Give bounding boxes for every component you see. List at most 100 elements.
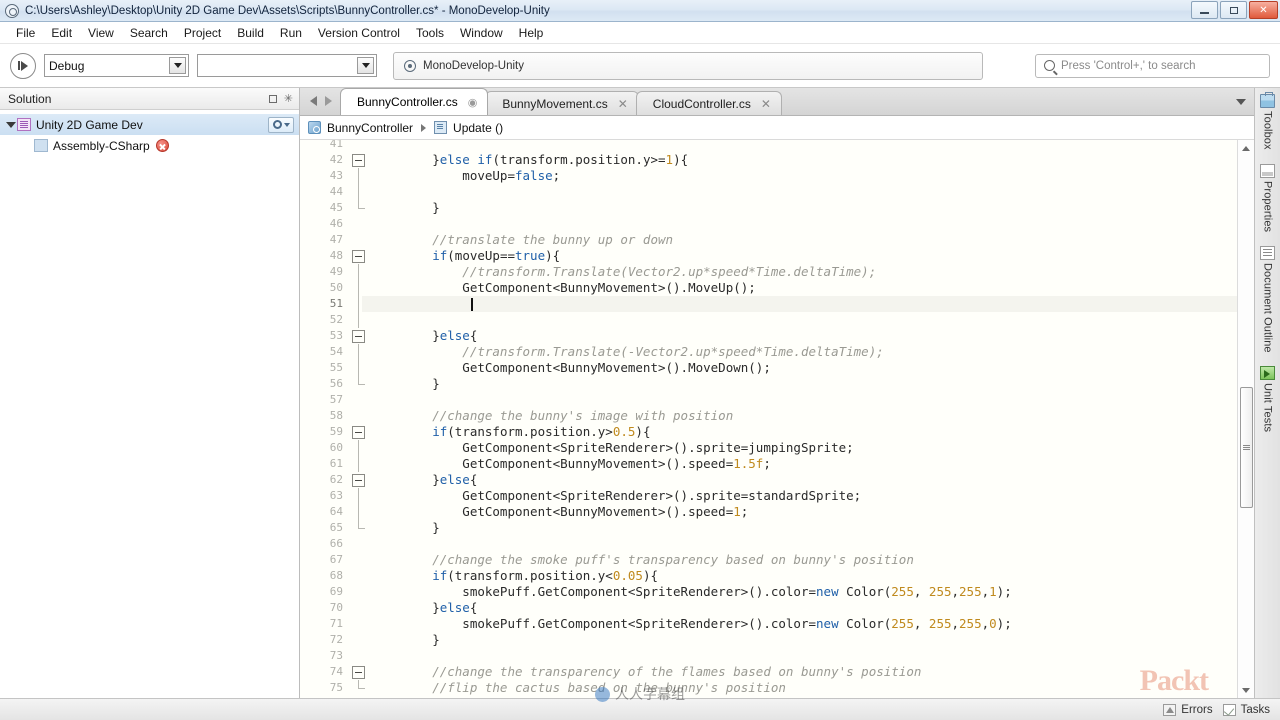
code-line[interactable]: GetComponent<SpriteRenderer>().sprite=ju… <box>362 440 1237 456</box>
close-pad-icon[interactable]: ✳ <box>284 93 293 104</box>
line-number: 53 <box>329 329 343 342</box>
document-tab[interactable]: BunnyMovement.cs ✕ <box>485 91 639 115</box>
tab-unsaved-icon[interactable]: ◉ <box>468 96 478 109</box>
global-search-input[interactable]: Press 'Control+,' to search <box>1035 53 1270 78</box>
dock-icon[interactable] <box>268 94 277 103</box>
code-line[interactable]: GetComponent<BunnyMovement>().MoveDown()… <box>362 360 1237 376</box>
menu-item-version-control[interactable]: Version Control <box>310 24 408 42</box>
chevron-down-icon[interactable] <box>169 57 186 74</box>
code-line[interactable]: }else{ <box>362 328 1237 344</box>
code-line[interactable] <box>362 296 1237 312</box>
expander-icon[interactable] <box>4 121 17 128</box>
code-line[interactable]: GetComponent<BunnyMovement>().speed=1.5f… <box>362 456 1237 472</box>
dock-item-toolbox[interactable]: Toolbox <box>1260 92 1275 150</box>
code-line[interactable]: if(transform.position.y<0.05){ <box>362 568 1237 584</box>
configuration-select[interactable]: Debug <box>44 54 189 77</box>
menu-item-search[interactable]: Search <box>122 24 176 42</box>
code-line[interactable]: //translate the bunny up or down <box>362 232 1237 248</box>
code-line[interactable] <box>362 312 1237 328</box>
status-pad-tasks[interactable]: Tasks <box>1222 703 1270 716</box>
scroll-up-icon[interactable] <box>1238 140 1255 156</box>
code-line[interactable] <box>362 216 1237 232</box>
menu-item-help[interactable]: Help <box>511 24 552 42</box>
code-line[interactable]: //change the bunny's image with position <box>362 408 1237 424</box>
chevron-down-icon[interactable] <box>357 57 374 74</box>
menu-item-run[interactable]: Run <box>272 24 310 42</box>
document-tab[interactable]: CloudController.cs ✕ <box>635 91 782 115</box>
code-line[interactable]: //flip the cactus based on the bunny's p… <box>362 680 1237 696</box>
solution-options-button[interactable] <box>268 116 294 133</box>
code-token: 1.5f <box>733 456 764 471</box>
scrollbar-thumb[interactable] <box>1239 387 1253 509</box>
line-number: 75 <box>329 681 343 694</box>
code-line[interactable]: } <box>362 200 1237 216</box>
code-token: 1 <box>989 584 997 599</box>
document-tab[interactable]: BunnyController.cs ◉ <box>340 88 489 115</box>
minimize-button[interactable] <box>1191 1 1218 19</box>
tab-forward-icon[interactable] <box>325 96 332 106</box>
menu-item-view[interactable]: View <box>80 24 122 42</box>
breadcrumb-member[interactable]: Update () <box>453 121 503 135</box>
code-line[interactable]: smokePuff.GetComponent<SpriteRenderer>()… <box>362 584 1237 600</box>
menu-item-project[interactable]: Project <box>176 24 229 42</box>
menu-item-window[interactable]: Window <box>452 24 511 42</box>
code-token: moveUp= <box>372 168 515 183</box>
code-line[interactable]: //change the transparency of the flames … <box>362 664 1237 680</box>
code-line[interactable]: GetComponent<SpriteRenderer>().sprite=st… <box>362 488 1237 504</box>
tab-close-icon[interactable]: ✕ <box>618 97 628 111</box>
status-strip[interactable]: MonoDevelop-Unity <box>393 51 983 80</box>
code-token: //change the smoke puff's transparency b… <box>372 552 914 567</box>
code-line[interactable]: } <box>362 632 1237 648</box>
line-number: 72 <box>329 633 343 646</box>
code-line[interactable]: moveUp=false; <box>362 168 1237 184</box>
menu-item-file[interactable]: File <box>8 24 43 42</box>
code-line[interactable]: } <box>362 376 1237 392</box>
code-editor[interactable]: 41 42 43 44 45 46 47 48 49 50 51 52 53 54 55 56 57 58 59 60… <box>300 140 1254 698</box>
code-line[interactable]: }else if(transform.position.y>=1){ <box>362 152 1237 168</box>
code-line[interactable]: GetComponent<BunnyMovement>().speed=1; <box>362 504 1237 520</box>
code-token: ; <box>763 456 771 471</box>
maximize-button[interactable] <box>1220 1 1247 19</box>
scrollbar-track[interactable] <box>1238 156 1255 682</box>
code-line[interactable]: if(moveUp==true){ <box>362 248 1237 264</box>
menu-item-edit[interactable]: Edit <box>43 24 80 42</box>
code-line[interactable]: GetComponent<BunnyMovement>().MoveUp(); <box>362 280 1237 296</box>
menu-item-build[interactable]: Build <box>229 24 272 42</box>
code-token: , <box>913 584 929 599</box>
menu-item-tools[interactable]: Tools <box>408 24 452 42</box>
editor-vertical-scrollbar[interactable] <box>1237 140 1254 698</box>
code-line[interactable]: //transform.Translate(Vector2.up*speed*T… <box>362 264 1237 280</box>
breadcrumb-class[interactable]: BunnyController <box>327 121 413 135</box>
code-line[interactable] <box>362 648 1237 664</box>
code-line[interactable]: }else{ <box>362 600 1237 616</box>
line-number: 57 <box>329 393 343 406</box>
line-number: 51 <box>329 297 343 310</box>
scroll-down-icon[interactable] <box>1238 682 1255 698</box>
code-line[interactable] <box>362 140 1237 152</box>
tab-overflow-button[interactable] <box>1236 87 1254 115</box>
tree-node-solution[interactable]: Unity 2D Game Dev <box>0 114 299 135</box>
code-line[interactable]: } <box>362 520 1237 536</box>
code-text[interactable]: }else if(transform.position.y>=1){ moveU… <box>362 140 1237 698</box>
code-token: } <box>372 632 440 647</box>
tab-back-icon[interactable] <box>310 96 317 106</box>
status-pad-errors[interactable]: Errors <box>1163 703 1213 716</box>
close-button[interactable]: ✕ <box>1249 1 1278 19</box>
run-button[interactable] <box>10 52 36 79</box>
code-line[interactable]: //change the smoke puff's transparency b… <box>362 552 1237 568</box>
code-line[interactable] <box>362 184 1237 200</box>
code-line[interactable] <box>362 392 1237 408</box>
solution-pad-header: Solution ✳ <box>0 88 299 110</box>
code-token: ){ <box>642 568 659 583</box>
code-line[interactable] <box>362 536 1237 552</box>
dock-item-properties[interactable]: Properties <box>1260 163 1275 232</box>
dock-item-document-outline[interactable]: Document Outline <box>1260 245 1275 352</box>
tree-node-project[interactable]: Assembly-CSharp <box>0 135 299 156</box>
run-target-select[interactable] <box>197 54 377 77</box>
code-line[interactable]: //transform.Translate(-Vector2.up*speed*… <box>362 344 1237 360</box>
code-line[interactable]: smokePuff.GetComponent<SpriteRenderer>()… <box>362 616 1237 632</box>
code-line[interactable]: if(transform.position.y>0.5){ <box>362 424 1237 440</box>
dock-item-unit-tests[interactable]: Unit Tests <box>1260 366 1275 433</box>
code-line[interactable]: }else{ <box>362 472 1237 488</box>
tab-close-icon[interactable]: ✕ <box>761 97 771 111</box>
